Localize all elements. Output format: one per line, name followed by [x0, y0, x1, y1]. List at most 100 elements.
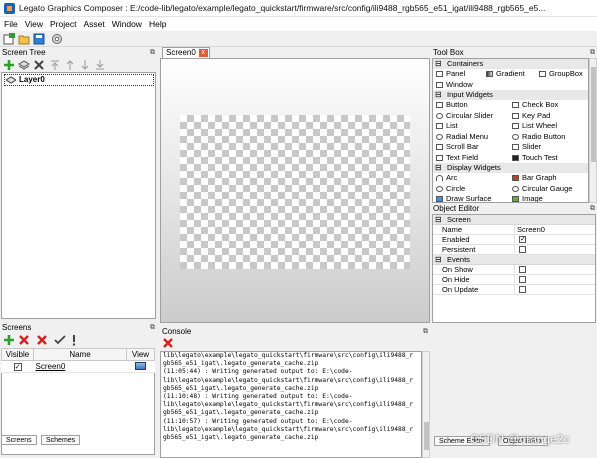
tool-box-title: Tool Box [433, 48, 464, 57]
remove-screen-icon[interactable] [36, 334, 48, 346]
table-row[interactable]: ✓ Screen0 [1, 360, 155, 373]
log-line: gb565_e51_igat\.legato_generate_cache.zi… [163, 384, 319, 392]
view-screen-icon[interactable] [135, 361, 146, 370]
float-panel-icon[interactable]: ⧉ [590, 47, 595, 58]
property-name: Name Screen0 [433, 225, 595, 235]
widget-list[interactable]: List [436, 121, 458, 132]
widget-check-box[interactable]: Check Box [512, 100, 558, 111]
slider-icon [512, 144, 519, 150]
widget-scroll-bar[interactable]: Scroll Bar [436, 142, 479, 153]
tool-box-panel: Tool Box ⧉ Containers Panel Gradient Gro… [431, 47, 597, 203]
menu-window[interactable]: Window [108, 17, 145, 29]
console-title: Console [162, 327, 192, 336]
menu-project[interactable]: Project [46, 17, 79, 29]
column-visible[interactable]: Visible [1, 348, 34, 361]
widget-gradient[interactable]: Gradient [486, 69, 525, 80]
scrollbar-thumb[interactable] [591, 67, 596, 162]
widget-image[interactable]: Image [512, 194, 543, 202]
tree-item-layer0[interactable]: Layer0 [4, 74, 154, 86]
delete-screen-icon[interactable] [18, 334, 30, 346]
menu-help[interactable]: Help [145, 17, 169, 29]
window-title: Legato Graphics Composer : E:/code-lib/l… [19, 3, 546, 13]
clear-console-icon[interactable] [162, 337, 174, 349]
widget-button[interactable]: Button [436, 100, 468, 111]
widget-panel[interactable]: Panel [436, 69, 465, 80]
on-show-checkbox[interactable] [519, 266, 526, 273]
float-panel-icon[interactable]: ⧉ [423, 326, 428, 337]
widget-circular-slider[interactable]: Circular Slider [436, 111, 493, 122]
groupbox-icon [539, 71, 546, 77]
column-view[interactable]: View [126, 348, 155, 361]
screens-panel: Screens ⧉ Visible Name View ✓ Screen0 Sc… [0, 322, 157, 458]
group-events[interactable]: Events [433, 255, 595, 265]
widget-circular-gauge[interactable]: Circular Gauge [512, 184, 572, 195]
delete-icon[interactable] [33, 59, 45, 71]
image-icon [512, 196, 519, 202]
persistent-checkbox[interactable] [519, 246, 526, 253]
new-project-icon[interactable] [3, 33, 15, 45]
on-update-checkbox[interactable] [519, 286, 526, 293]
screens-toolbar [0, 333, 157, 347]
group-screen[interactable]: Screen [433, 215, 595, 225]
add-screen-icon[interactable] [3, 334, 15, 346]
watermark: CSDN @orange2c [470, 432, 570, 446]
on-hide-checkbox[interactable] [519, 276, 526, 283]
float-panel-icon[interactable]: ⧉ [150, 47, 155, 58]
log-line: lib\legato\example\legato_quickstart\fir… [163, 425, 414, 433]
move-down-icon[interactable] [79, 59, 91, 71]
widget-radial-menu[interactable]: Radial Menu [436, 132, 488, 143]
name-value[interactable]: Screen0 [517, 225, 545, 235]
close-tab-icon[interactable]: x [198, 49, 208, 57]
layer-label: Layer0 [19, 75, 45, 84]
group-containers[interactable]: Containers [433, 59, 588, 69]
float-panel-icon[interactable]: ⧉ [150, 322, 155, 333]
float-panel-icon[interactable]: ⧉ [590, 203, 595, 214]
move-up-icon[interactable] [64, 59, 76, 71]
tab-screen0[interactable]: Screen0 x [162, 47, 210, 58]
widget-arc[interactable]: Arc [436, 173, 457, 184]
add-layer-icon[interactable] [3, 59, 15, 71]
tab-schemes[interactable]: Schemes [41, 435, 81, 445]
group-display-widgets[interactable]: Display Widgets [433, 163, 588, 173]
log-line: lib\legato\example\legato_quickstart\fir… [163, 352, 414, 359]
widget-key-pad[interactable]: Key Pad [512, 111, 550, 122]
screen-name-link[interactable]: Screen0 [36, 362, 66, 371]
menu-view[interactable]: View [21, 17, 46, 29]
settings-icon[interactable] [51, 33, 63, 45]
tab-screens[interactable]: Screens [1, 435, 37, 445]
widget-groupbox[interactable]: GroupBox [539, 69, 583, 80]
menu-asset[interactable]: Asset [79, 17, 107, 29]
move-to-top-icon[interactable] [49, 59, 61, 71]
bar-graph-icon [512, 175, 519, 181]
widget-list-wheel[interactable]: List Wheel [512, 121, 557, 132]
tool-box-scrollbar[interactable] [589, 58, 597, 203]
log-line: gb565_e51_igat\.legato_generate_cache.zi… [163, 409, 319, 417]
group-input-widgets[interactable]: Input Widgets [433, 90, 588, 100]
event-on-show: On Show [433, 265, 595, 275]
widget-draw-surface[interactable]: Draw Surface [436, 194, 491, 202]
console-scrollbar[interactable] [422, 351, 430, 458]
keypad-icon [512, 112, 519, 119]
checkmark-icon[interactable] [54, 334, 66, 346]
save-project-icon[interactable] [33, 33, 45, 45]
column-name[interactable]: Name [33, 348, 127, 361]
widget-circle[interactable]: Circle [436, 184, 465, 195]
screen-preview[interactable] [180, 115, 410, 269]
layer-stack-icon[interactable] [18, 59, 30, 71]
exclamation-icon[interactable] [68, 334, 80, 346]
widget-slider[interactable]: Slider [512, 142, 541, 153]
design-canvas[interactable] [160, 58, 430, 323]
widget-radio-button[interactable]: Radio Button [512, 132, 565, 143]
widget-touch-test[interactable]: Touch Test [512, 153, 558, 164]
enabled-checkbox[interactable]: ✓ [519, 236, 526, 243]
scrollbar-thumb[interactable] [424, 422, 429, 450]
move-to-bottom-icon[interactable] [94, 59, 106, 71]
visible-checkbox[interactable]: ✓ [13, 363, 22, 371]
screen-tree-toolbar [0, 58, 157, 72]
widget-window[interactable]: Window [436, 80, 473, 91]
open-project-icon[interactable] [18, 33, 30, 45]
menu-file[interactable]: File [0, 17, 21, 29]
circular-gauge-icon [512, 185, 519, 192]
widget-bar-graph[interactable]: Bar Graph [512, 173, 557, 184]
widget-text-field[interactable]: Text Field [436, 153, 478, 164]
